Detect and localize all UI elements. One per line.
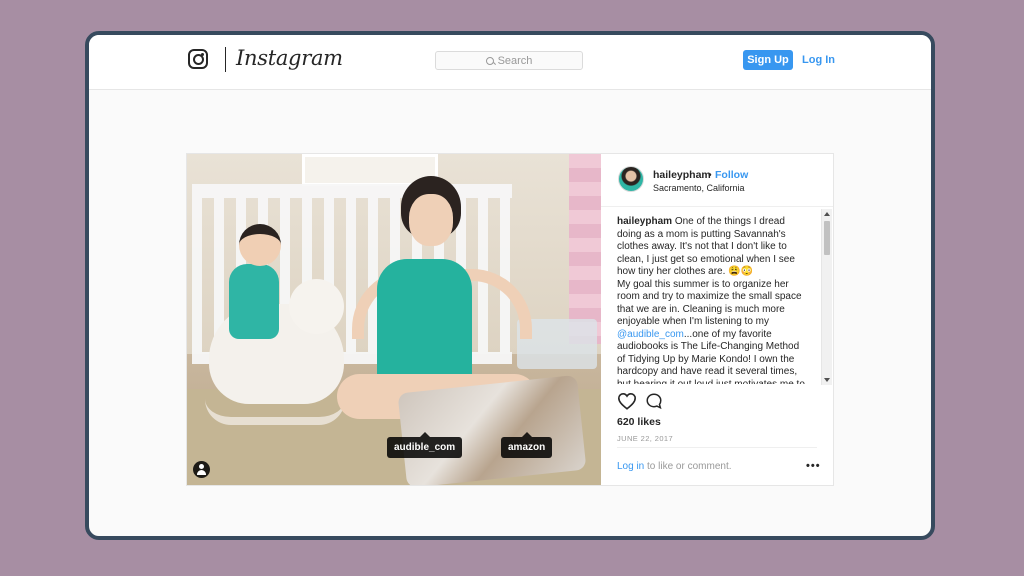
heart-icon[interactable] [617,392,637,410]
caption-author[interactable]: haileypham [617,216,672,227]
location-link[interactable]: Sacramento, California [653,183,745,193]
comment-section: Log in to like or comment. ••• [617,447,820,486]
scroll-thumb[interactable] [824,221,830,255]
caption-scrollbar[interactable] [821,209,832,385]
post-sidebar: haileypham • Follow Sacramento, Californ… [601,154,833,485]
more-options-icon[interactable]: ••• [806,460,821,472]
search-input[interactable]: Search [435,51,583,70]
search-placeholder: Search [497,54,533,67]
caption-text: haileypham One of the things I dread doi… [617,216,807,384]
avatar[interactable] [618,166,644,192]
caption-part-2: My goal this summer is to organize her r… [617,278,802,328]
user-tag-icon[interactable] [193,461,210,478]
comment-icon[interactable] [645,392,663,410]
sign-up-button[interactable]: Sign Up [743,50,793,70]
post-header: haileypham • Follow Sacramento, Californ… [601,154,833,207]
logo-divider [225,47,226,72]
follow-separator: • [708,169,712,181]
instagram-glyph-icon[interactable] [188,49,208,69]
comment-prompt: to like or comment. [644,461,732,472]
post-photo[interactable]: audible_com amazon [187,154,601,485]
top-navigation: Instagram Search Sign Up Log In [89,35,931,90]
search-icon [485,56,494,65]
scroll-down-arrow-icon[interactable] [824,378,830,382]
scroll-up-arrow-icon[interactable] [824,212,830,216]
post-actions [617,392,677,412]
instagram-wordmark[interactable]: Instagram [236,46,343,70]
browser-frame: Instagram Search Sign Up Log In audible_… [85,31,935,540]
post-card: audible_com amazon haileypham • Follow S… [186,153,834,486]
photo-tag-audible[interactable]: audible_com [387,432,463,458]
caption-mention[interactable]: @audible_com [617,329,684,340]
username-link[interactable]: haileypham [653,169,711,181]
post-date: JUNE 22, 2017 [617,434,674,443]
log-in-link[interactable]: Log In [802,54,835,66]
login-to-comment: Log in to like or comment. [617,461,732,472]
follow-button[interactable]: Follow [715,169,748,181]
photo-tag-amazon[interactable]: amazon [501,432,553,458]
login-to-comment-link[interactable]: Log in [617,461,644,472]
likes-count[interactable]: 620 likes [617,416,661,428]
